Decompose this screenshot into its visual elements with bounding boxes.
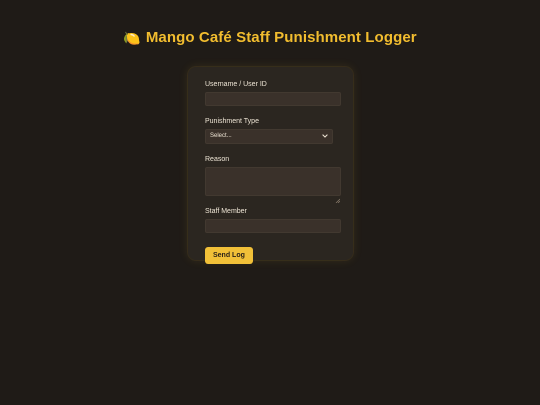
punishment-type-label: Punishment Type [205, 118, 259, 125]
page-title: 🍋 Mango Café Staff Punishment Logger [0, 28, 540, 48]
mango-icon: 🍋 [123, 30, 141, 46]
page-title-text: Mango Café Staff Punishment Logger [145, 29, 417, 46]
reason-textarea[interactable] [205, 167, 341, 196]
username-input[interactable] [205, 92, 341, 106]
chevron-down-icon [321, 132, 329, 140]
staff-member-input[interactable] [205, 219, 341, 233]
punishment-log-form: Username / User ID Punishment Type Selec… [188, 67, 353, 264]
reason-label: Reason [205, 156, 230, 163]
reason-field-wrapper [205, 167, 341, 204]
username-label: Username / User ID [205, 81, 267, 88]
send-log-button[interactable]: Send Log [205, 247, 253, 264]
resize-handle-icon[interactable] [335, 190, 341, 204]
punishment-type-select[interactable]: Select... [205, 129, 333, 144]
staff-member-label: Staff Member [205, 208, 247, 215]
punishment-type-selected-value: Select... [210, 133, 232, 139]
